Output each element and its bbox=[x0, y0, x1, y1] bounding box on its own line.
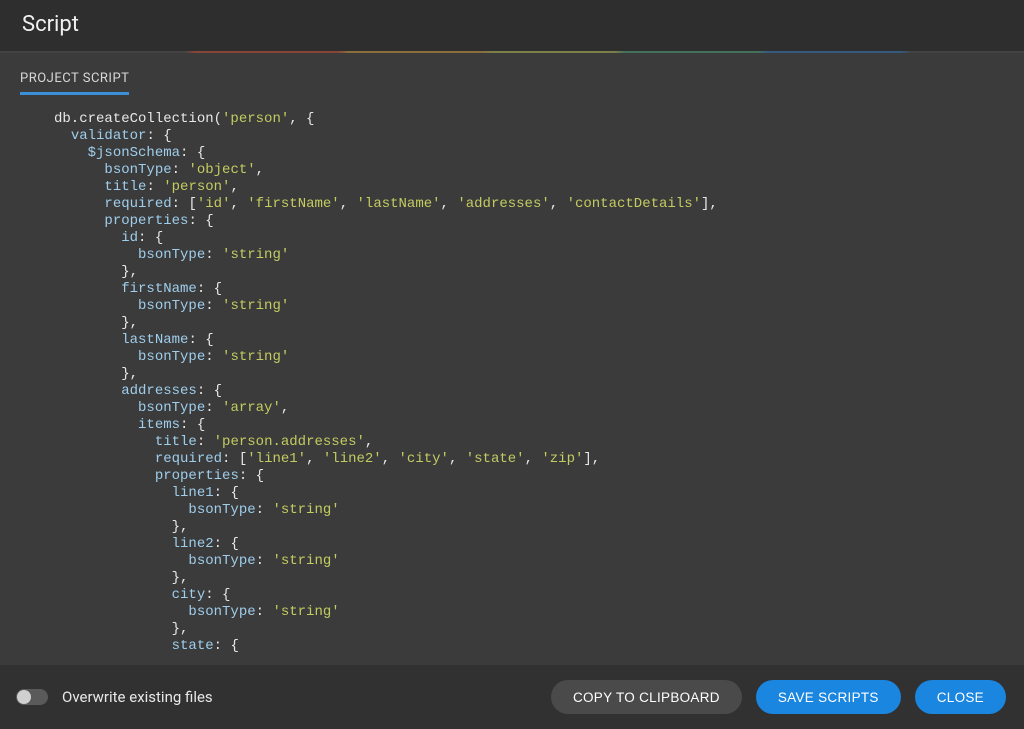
modal-title: Script bbox=[22, 12, 1002, 37]
script-code[interactable]: db.createCollection('person', { validato… bbox=[20, 109, 1012, 665]
toggle-knob bbox=[17, 690, 31, 704]
copy-to-clipboard-button[interactable]: COPY TO CLIPBOARD bbox=[551, 680, 742, 714]
modal-footer: Overwrite existing files COPY TO CLIPBOA… bbox=[0, 665, 1024, 729]
script-modal: Script PROJECT SCRIPT db.createCollectio… bbox=[0, 0, 1024, 729]
code-area: db.createCollection('person', { validato… bbox=[20, 109, 1012, 665]
close-button[interactable]: CLOSE bbox=[915, 680, 1006, 714]
header-divider bbox=[0, 51, 1024, 53]
overwrite-toggle-label: Overwrite existing files bbox=[62, 688, 213, 706]
code-scroll[interactable]: db.createCollection('person', { validato… bbox=[20, 109, 1012, 665]
modal-header: Script bbox=[0, 0, 1024, 51]
save-scripts-button[interactable]: SAVE SCRIPTS bbox=[756, 680, 901, 714]
tab-row: PROJECT SCRIPT bbox=[0, 53, 1024, 95]
overwrite-toggle[interactable] bbox=[16, 689, 48, 705]
tab-project-script[interactable]: PROJECT SCRIPT bbox=[20, 71, 129, 95]
